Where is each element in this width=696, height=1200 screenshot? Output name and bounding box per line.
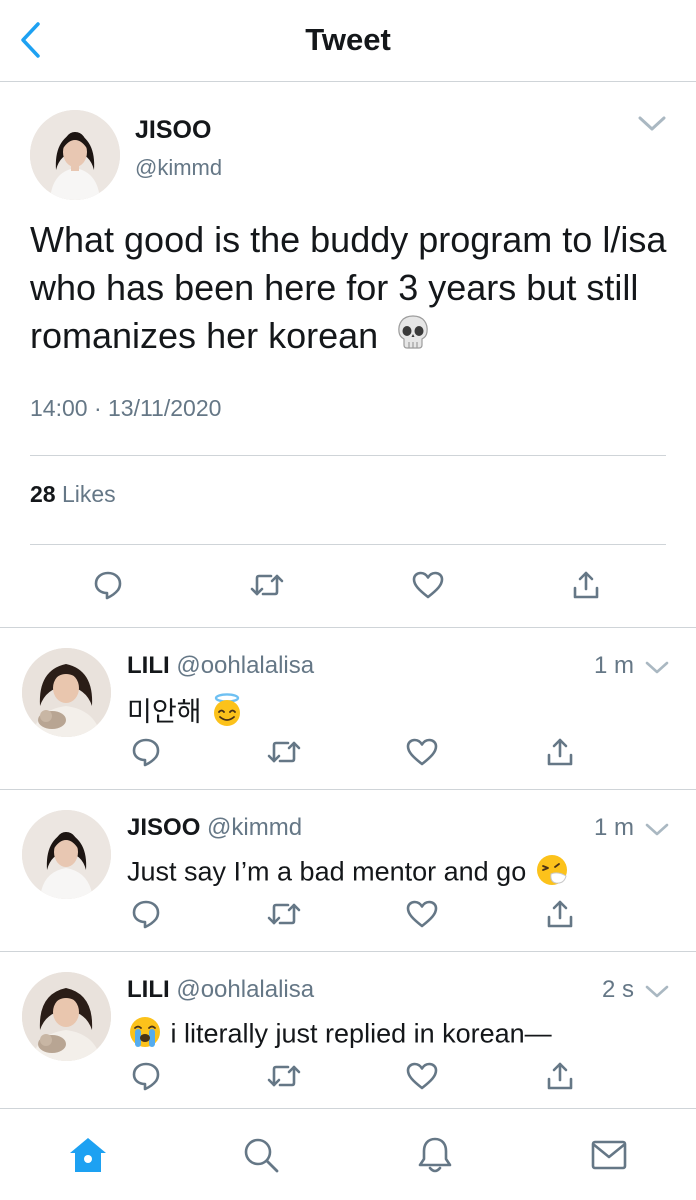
avatar[interactable] bbox=[22, 648, 111, 737]
reply-button[interactable] bbox=[88, 565, 128, 605]
tweet-actions bbox=[0, 1056, 696, 1096]
reply-text: Just say I’m a bad mentor and go bbox=[127, 852, 570, 895]
share-button[interactable] bbox=[566, 565, 606, 605]
bottom-tab-bar bbox=[0, 1108, 696, 1200]
share-button[interactable] bbox=[540, 732, 580, 772]
sneezing-face-icon bbox=[534, 852, 570, 895]
tweet-timestamp: 14:00 · 13/11/2020 bbox=[30, 395, 222, 421]
share-icon bbox=[547, 1062, 573, 1090]
tab-home[interactable] bbox=[66, 1133, 110, 1177]
retweet-button[interactable] bbox=[264, 894, 304, 934]
retweet-button[interactable] bbox=[264, 1056, 304, 1096]
share-icon bbox=[573, 571, 599, 599]
avatar-photo bbox=[22, 648, 111, 737]
like-button[interactable] bbox=[402, 1056, 442, 1096]
search-icon bbox=[244, 1138, 279, 1173]
author-handle[interactable]: @oohlalalisa bbox=[176, 652, 314, 679]
like-button[interactable] bbox=[402, 732, 442, 772]
share-button[interactable] bbox=[540, 894, 580, 934]
tweet-actions bbox=[0, 894, 696, 934]
retweet-icon bbox=[267, 741, 301, 763]
loudly-crying-face-icon bbox=[127, 1014, 163, 1057]
chevron-down-icon[interactable] bbox=[636, 111, 668, 137]
retweet-button[interactable] bbox=[247, 565, 287, 605]
heart-icon bbox=[406, 1062, 438, 1090]
reply-icon bbox=[132, 900, 160, 929]
reply-button[interactable] bbox=[126, 894, 166, 934]
retweet-icon bbox=[250, 574, 284, 596]
smiling-face-with-halo-icon bbox=[209, 692, 245, 735]
author-name[interactable]: JISOO bbox=[127, 814, 200, 841]
avatar[interactable] bbox=[22, 972, 111, 1061]
share-icon bbox=[547, 900, 573, 928]
tweet-actions bbox=[0, 565, 696, 605]
author-handle[interactable]: @oohlalalisa bbox=[176, 976, 314, 1003]
skull-icon bbox=[394, 313, 432, 363]
retweet-button[interactable] bbox=[264, 732, 304, 772]
likes-count: 28 bbox=[30, 481, 56, 507]
author-name[interactable]: JISOO bbox=[135, 116, 211, 145]
top-bar: Tweet bbox=[0, 0, 696, 82]
chevron-down-icon[interactable] bbox=[644, 982, 670, 1002]
share-icon bbox=[547, 738, 573, 766]
reply-text: i literally just replied in korean— bbox=[127, 1014, 552, 1057]
tab-messages[interactable] bbox=[587, 1133, 631, 1177]
author-handle[interactable]: @kimmd bbox=[207, 814, 302, 841]
reply-header: LILI @oohlalalisa bbox=[127, 976, 314, 1004]
main-tweet: JISOO @kimmd What good is the buddy prog… bbox=[0, 83, 696, 628]
reply-body: Just say I’m a bad mentor and go bbox=[127, 856, 527, 887]
avatar-photo bbox=[22, 972, 111, 1061]
reply-tweet[interactable]: JISOO @kimmd 1 m Just say I’m a bad ment… bbox=[0, 790, 696, 952]
chevron-down-icon[interactable] bbox=[644, 820, 670, 840]
retweet-icon bbox=[267, 903, 301, 925]
reply-tweet[interactable]: LILI @oohlalalisa 1 m 미안해 bbox=[0, 628, 696, 790]
divider bbox=[30, 544, 666, 545]
avatar[interactable] bbox=[30, 110, 120, 200]
reply-button[interactable] bbox=[126, 732, 166, 772]
tweet-detail-screen: Tweet JISOO @kimmd What good is the budd… bbox=[0, 0, 696, 1200]
reply-timestamp: 1 m bbox=[593, 652, 634, 679]
messages-icon bbox=[591, 1140, 627, 1170]
reply-header: LILI @oohlalalisa bbox=[127, 652, 314, 680]
share-button[interactable] bbox=[540, 1056, 580, 1096]
reply-timestamp: 2 s bbox=[601, 976, 634, 1003]
like-button[interactable] bbox=[402, 894, 442, 934]
reply-text: 미안해 bbox=[127, 690, 245, 735]
tweet-actions bbox=[0, 732, 696, 772]
reply-body: i literally just replied in korean— bbox=[170, 1018, 552, 1049]
author-name[interactable]: LILI bbox=[127, 976, 170, 1003]
tab-notifications[interactable] bbox=[413, 1133, 457, 1177]
tab-search[interactable] bbox=[239, 1133, 283, 1177]
reply-icon bbox=[94, 571, 122, 600]
chevron-down-icon[interactable] bbox=[644, 658, 670, 678]
author-name[interactable]: LILI bbox=[127, 652, 170, 679]
heart-icon bbox=[412, 571, 444, 599]
like-button[interactable] bbox=[408, 565, 448, 605]
avatar-photo bbox=[22, 810, 111, 899]
home-icon bbox=[70, 1138, 106, 1172]
likes-count-link[interactable]: 28 Likes bbox=[30, 481, 116, 508]
reply-timestamp: 1 m bbox=[593, 814, 634, 841]
reply-header: JISOO @kimmd bbox=[127, 814, 302, 842]
likes-label: Likes bbox=[61, 481, 116, 507]
reply-body: 미안해 bbox=[127, 697, 202, 727]
avatar-photo bbox=[30, 110, 120, 200]
retweet-icon bbox=[267, 1065, 301, 1087]
reply-icon bbox=[132, 1062, 160, 1091]
page-title: Tweet bbox=[305, 22, 391, 57]
author-handle[interactable]: @kimmd bbox=[135, 155, 222, 181]
heart-icon bbox=[406, 900, 438, 928]
avatar[interactable] bbox=[22, 810, 111, 899]
reply-button[interactable] bbox=[126, 1056, 166, 1096]
tweet-text: What good is the buddy program to l/isa … bbox=[30, 216, 670, 363]
heart-icon bbox=[406, 738, 438, 766]
divider bbox=[30, 455, 666, 456]
tweet-body: What good is the buddy program to l/isa … bbox=[30, 219, 667, 356]
reply-tweet[interactable]: LILI @oohlalalisa 2 s i literally just r… bbox=[0, 952, 696, 1108]
notifications-icon bbox=[418, 1137, 452, 1173]
reply-icon bbox=[132, 738, 160, 767]
